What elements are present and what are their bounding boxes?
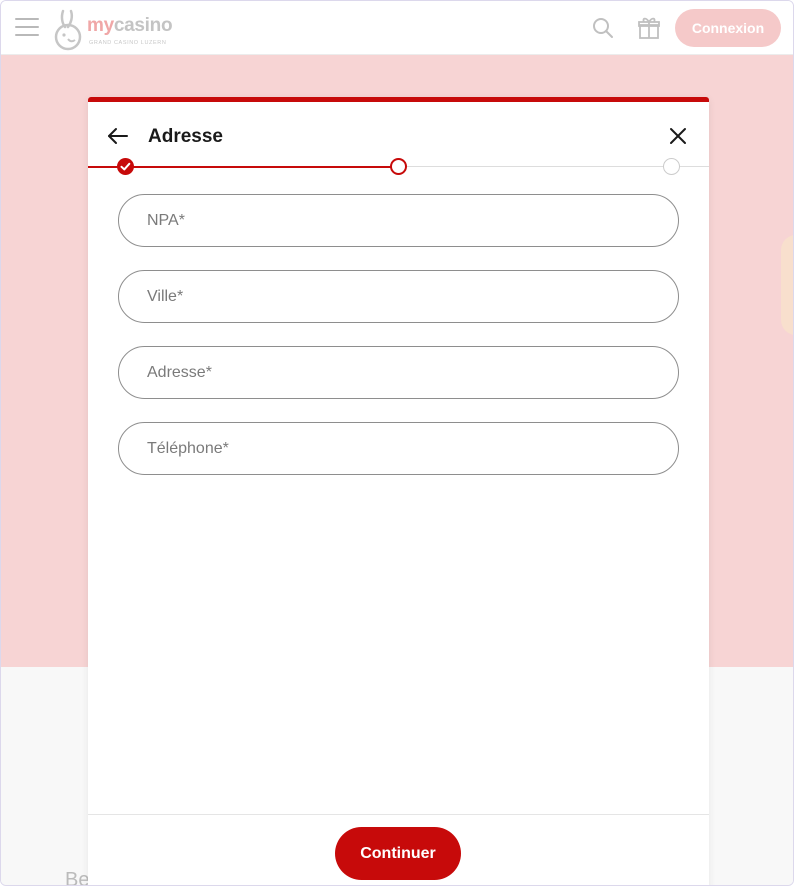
address-modal: Adresse NPA* Ville* Adresse* Téléphone* … (88, 97, 709, 885)
modal-title: Adresse (148, 126, 223, 147)
postal-code-field[interactable] (118, 194, 679, 247)
step-current (390, 158, 407, 175)
address-input[interactable] (119, 347, 678, 398)
continue-button[interactable]: Continuer (335, 827, 461, 880)
progress-stepper (88, 158, 709, 176)
address-field[interactable] (118, 346, 679, 399)
phone-input[interactable] (119, 423, 678, 474)
stepper-progress-line (88, 166, 398, 168)
brand-subtitle: GRAND CASINO LUZERN (89, 40, 167, 46)
close-icon[interactable] (666, 124, 690, 148)
back-arrow-icon[interactable] (106, 124, 130, 148)
menu-icon[interactable] (15, 18, 39, 36)
search-icon[interactable] (592, 17, 614, 39)
step-upcoming (663, 158, 680, 175)
phone-field[interactable] (118, 422, 679, 475)
brand-logo[interactable]: mycasino GRAND CASINO LUZERN (53, 7, 183, 51)
check-icon (120, 162, 131, 171)
hero-decoration (781, 235, 793, 335)
brand-name: mycasino (87, 15, 173, 36)
rabbit-logo-icon (54, 9, 82, 51)
background-heading: Be (65, 869, 90, 886)
city-field[interactable] (118, 270, 679, 323)
modal-header: Adresse (88, 102, 709, 160)
browser-frame: mycasino GRAND CASINO LUZERN Connexion B… (0, 0, 794, 886)
login-button[interactable]: Connexion (675, 9, 781, 47)
city-input[interactable] (119, 271, 678, 322)
gift-icon[interactable] (638, 16, 660, 40)
modal-footer: Continuer (88, 814, 709, 885)
step-completed (117, 158, 134, 175)
top-navigation-bar: mycasino GRAND CASINO LUZERN Connexion (1, 1, 793, 55)
postal-code-input[interactable] (119, 195, 678, 246)
